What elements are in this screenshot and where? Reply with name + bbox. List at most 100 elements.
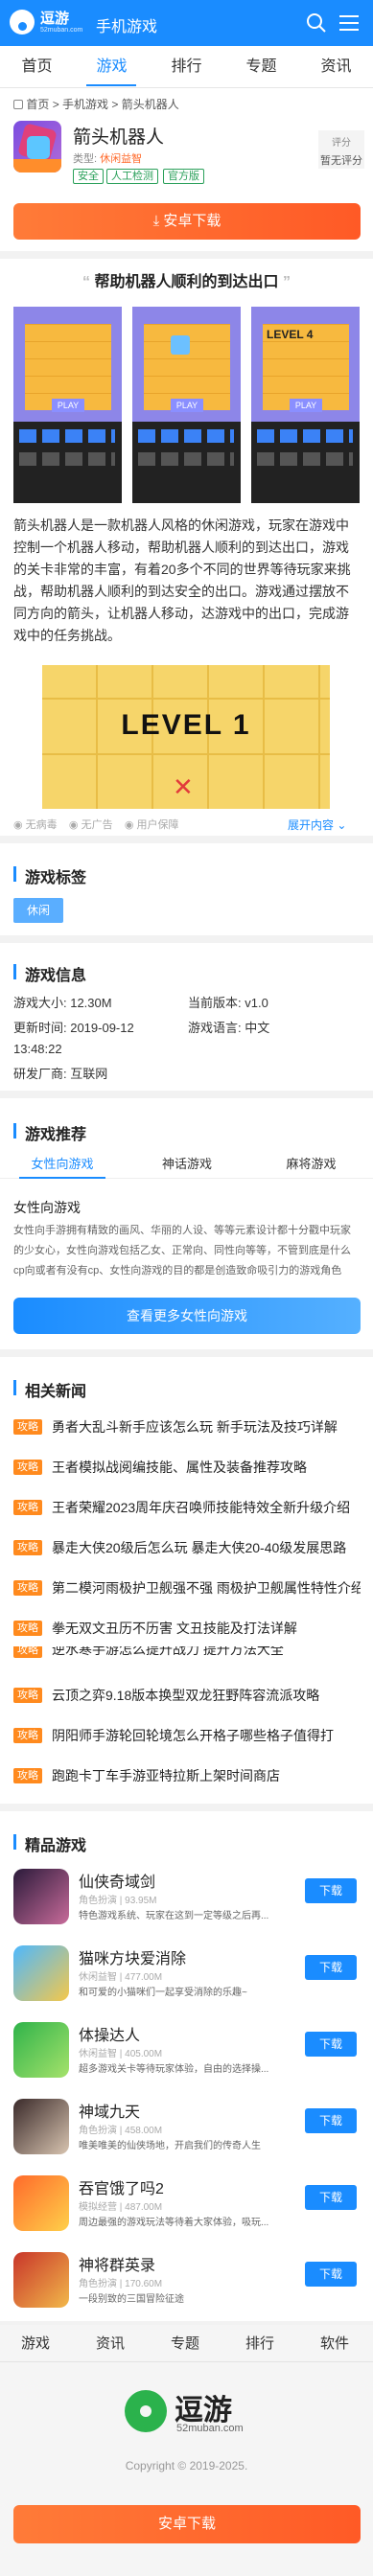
section-marker [13, 1834, 16, 1850]
screenshot-1[interactable]: PLAY [13, 307, 122, 503]
news-title[interactable]: 勇者大乱斗新手应该怎么玩 新手玩法及技巧详解 [52, 1417, 361, 1437]
tag-casual[interactable]: 休闲 [13, 898, 63, 923]
news-badge: 攻略 [13, 1688, 42, 1703]
app-name[interactable]: 体操达人 [79, 2022, 140, 2045]
nav-games[interactable]: 游戏 [75, 46, 149, 88]
app-download-button[interactable]: 下载 [305, 1955, 357, 1980]
footer-nav-topics[interactable]: 专题 [171, 2333, 199, 2353]
app-download-button[interactable]: 下载 [305, 1878, 357, 1903]
app-item[interactable]: 神域九天 角色扮演 | 458.00M 唯美唯美的仙侠场地，开启我们的传奇人生 … [13, 2089, 361, 2168]
news-item[interactable]: 攻略 阴阳师手游轮回轮境怎么开格子哪些格子值得打 [13, 1719, 361, 1754]
topic-description: 女性向手游拥有精致的画风、华丽的人设、等等元素设计都十分戳中玩家的少女心，女性向… [13, 1225, 351, 1276]
search-icon[interactable] [305, 12, 328, 34]
app-name[interactable]: 神将群英录 [79, 2252, 155, 2275]
news-item[interactable]: 攻略 拳无双文丑历不历害 文丑技能及打法详解 [13, 1612, 361, 1646]
user-icon: ◉ [124, 819, 134, 831]
news-badge: 攻略 [13, 1621, 42, 1636]
info-developer: 研发厂商: 互联网 [13, 1067, 108, 1081]
news-title[interactable]: 跑跑卡丁车手游亚特拉斯上架时间商店 [52, 1766, 361, 1785]
site-logo[interactable]: 逗游 52muban.com [10, 6, 82, 40]
news-item[interactable]: 攻略 跑跑卡丁车手游亚特拉斯上架时间商店 [13, 1760, 361, 1794]
section-marker [13, 1123, 16, 1138]
news-title[interactable]: 拳无双文丑历不历害 文丑技能及打法详解 [52, 1619, 361, 1638]
app-download-button[interactable]: 下载 [305, 2108, 357, 2133]
news-title[interactable]: 王者模拟战阅编技能、属性及装备推荐攻略 [52, 1458, 361, 1477]
app-download-button[interactable]: 下载 [305, 2262, 357, 2287]
divider [0, 935, 373, 943]
game-type-value[interactable]: 休闲益智 [100, 153, 142, 165]
footer-nav-ranking[interactable]: 排行 [245, 2333, 274, 2353]
news-title[interactable]: 王者荣耀2023周年庆召唤师技能特效全新升级介绍 [52, 1498, 361, 1517]
news-title[interactable]: 阴阳师手游轮回轮境怎么开格子哪些格子值得打 [52, 1726, 361, 1745]
tab-mahjong-games[interactable]: 麻将游戏 [249, 1150, 373, 1179]
news-title[interactable]: 第二模河雨极护卫舰强不强 雨极护卫舰属性特性介绍 [52, 1578, 361, 1598]
top-header: 逗游 52muban.com 手机游戏 [0, 0, 373, 46]
news-badge: 攻略 [13, 1768, 42, 1783]
shield-icon: ◉ [13, 819, 23, 831]
news-badge: 攻略 [13, 1500, 42, 1515]
app-icon [13, 2022, 69, 2078]
footer-nav-games[interactable]: 游戏 [21, 2333, 50, 2353]
info-version: 当前版本: v1.0 [188, 996, 268, 1010]
section-marker [13, 1380, 16, 1395]
nav-topics[interactable]: 专题 [224, 46, 298, 88]
footer-nav-news[interactable]: 资讯 [96, 2333, 125, 2353]
expand-content-link[interactable]: 展开内容 ⌄ [288, 816, 346, 833]
news-badge: 攻略 [13, 1580, 42, 1596]
copyright: Copyright © 2019-2025. [125, 2459, 248, 2472]
tab-myth-games[interactable]: 神话游戏 [125, 1150, 249, 1179]
nav-active-indicator [86, 84, 136, 86]
app-download-button[interactable]: 下载 [305, 2185, 357, 2210]
news-item[interactable]: 攻略 王者模拟战阅编技能、属性及装备推荐攻略 [13, 1451, 361, 1485]
home-icon [13, 100, 23, 109]
breadcrumb-category[interactable]: 手机游戏 [62, 98, 108, 111]
nav-news[interactable]: 资讯 [299, 46, 373, 88]
app-icon [13, 1945, 69, 2001]
news-badge: 攻略 [13, 1728, 42, 1743]
app-item[interactable]: 仙侠奇域剑 角色扮演 | 93.95M 特色游戏系统、玩家在这到一定等级之后再.… [13, 1859, 361, 1938]
footer-nav-software[interactable]: 软件 [320, 2333, 349, 2353]
news-item[interactable]: 攻略 勇者大乱斗新手应该怎么玩 新手玩法及技巧详解 [13, 1411, 361, 1445]
news-badge: 攻略 [13, 1460, 42, 1475]
app-desc: 周边最强的游戏玩法等待着大家体验，吸玩... [79, 2218, 269, 2228]
screenshot-2[interactable]: PLAY [132, 307, 241, 503]
menu-icon[interactable] [338, 12, 361, 34]
logo-text: 逗游 [40, 11, 70, 27]
news-item[interactable]: 攻略 王者荣耀2023周年庆召唤师技能特效全新升级介绍 [13, 1491, 361, 1526]
section-marker [13, 964, 16, 979]
screenshot-3[interactable]: LEVEL 4 PLAY [251, 307, 360, 503]
app-item[interactable]: 体操达人 休闲益智 | 405.00M 超多游戏关卡等待玩家体验，自由的选择操.… [13, 2012, 361, 2091]
nav-ranking[interactable]: 排行 [150, 46, 223, 88]
footer-android-download-button[interactable]: 安卓下载 [13, 2505, 361, 2543]
app-name[interactable]: 猫咪方块爱消除 [79, 1945, 186, 1968]
news-item[interactable]: 攻略 暴走大侠20级后怎么玩 暴走大侠20-40级发展思路 [13, 1531, 361, 1566]
news-item[interactable]: 攻略 第二模河雨极护卫舰强不强 雨极护卫舰属性特性介绍 [13, 1572, 361, 1606]
breadcrumb-home[interactable]: 首页 [26, 98, 49, 111]
news-item[interactable]: 攻略 云顶之弈9.18版本换型双龙狂野阵容流派攻略 [13, 1679, 361, 1714]
news-title[interactable]: 云顶之弈9.18版本换型双龙狂野阵容流派攻略 [52, 1686, 361, 1705]
more-games-button[interactable]: 查看更多女性向游戏 [13, 1298, 361, 1334]
news-item[interactable]: 攻略 逆水寒手游怎么提升战力 提升方法大全 [13, 1646, 361, 1669]
recommend-tabs: 女性向游戏 神话游戏 麻将游戏 [0, 1150, 373, 1179]
news-title[interactable]: 逆水寒手游怎么提升战力 提升方法大全 [52, 1646, 361, 1659]
tab-female-games[interactable]: 女性向游戏 [0, 1150, 125, 1179]
app-item[interactable]: 神将群英录 角色扮演 | 170.60M 一段别致的三国冒险征途 下载 [13, 2242, 361, 2321]
block-icon: ◉ [68, 819, 79, 831]
tab-active-indicator [19, 1177, 105, 1179]
logo-domain: 52muban.com [40, 27, 83, 34]
android-download-button[interactable]: ⤓ 安卓下载 [13, 203, 361, 240]
app-download-button[interactable]: 下载 [305, 2032, 357, 2057]
breadcrumb-current: 箭头机器人 [121, 98, 179, 111]
app-item[interactable]: 吞官饿了吗2 模拟经营 | 487.00M 周边最强的游戏玩法等待着大家体验，吸… [13, 2166, 361, 2244]
download-icon: ⤓ [152, 213, 164, 229]
nav-home[interactable]: 首页 [0, 46, 74, 88]
app-name[interactable]: 仙侠奇域剑 [79, 1869, 155, 1892]
tag-official: 官方版 [163, 169, 204, 184]
app-name[interactable]: 神域九天 [79, 2099, 140, 2122]
score-value: 暂无评分 [320, 155, 362, 167]
news-title[interactable]: 暴走大侠20级后怎么玩 暴走大侠20-40级发展思路 [52, 1538, 361, 1557]
app-meta: 模拟经营 | 487.00M [79, 2202, 163, 2213]
app-name[interactable]: 吞官饿了吗2 [79, 2175, 164, 2198]
info-language: 游戏语言: 中文 [188, 1021, 270, 1035]
app-item[interactable]: 猫咪方块爱消除 休闲益智 | 477.00M 和可爱的小猫咪们一起享受消除的乐趣… [13, 1936, 361, 2014]
